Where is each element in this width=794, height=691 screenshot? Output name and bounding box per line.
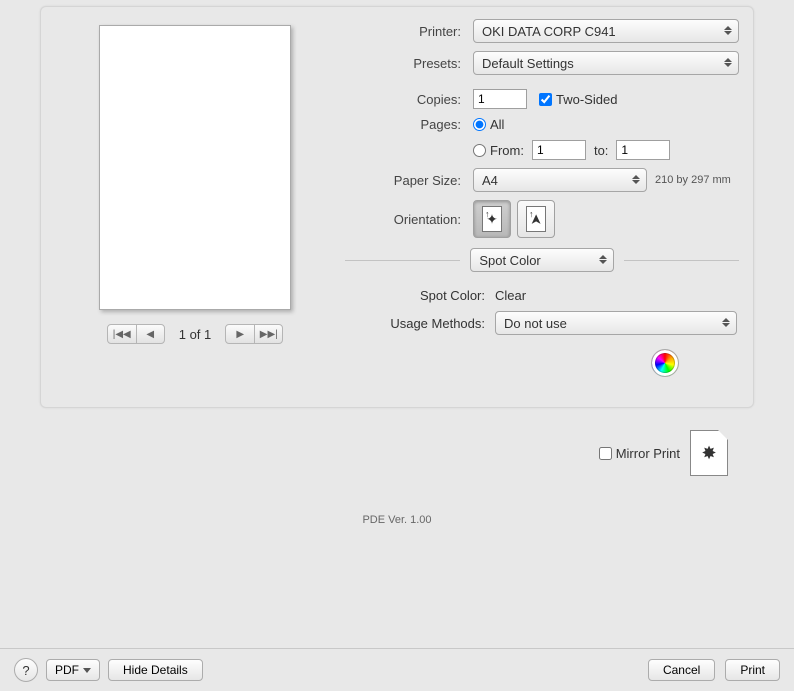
spot-color-label: Spot Color:: [345, 288, 495, 303]
usage-methods-value: Do not use: [504, 316, 567, 331]
main-panel: |◀◀ ◀ 1 of 1 ▶ ▶▶| Printer: OKI DATA COR…: [40, 6, 754, 408]
two-sided-label: Two-Sided: [556, 92, 617, 107]
pdf-label: PDF: [55, 663, 79, 677]
landscape-icon: ↑➤: [526, 206, 546, 232]
pages-all-label: All: [490, 117, 504, 132]
mirror-print-option[interactable]: Mirror Print: [599, 446, 680, 461]
orientation-label: Orientation:: [345, 212, 473, 227]
paper-dimensions: 210 by 297 mm: [655, 174, 731, 186]
section-divider: Spot Color: [345, 248, 739, 272]
first-page-button[interactable]: |◀◀: [108, 325, 136, 343]
printer-select[interactable]: OKI DATA CORP C941: [473, 19, 739, 43]
print-button[interactable]: Print: [725, 659, 780, 681]
pdf-menu-button[interactable]: PDF: [46, 659, 100, 681]
mirror-print-label: Mirror Print: [616, 446, 680, 461]
portrait-icon: ↑✦: [482, 206, 502, 232]
printer-value: OKI DATA CORP C941: [482, 24, 616, 39]
pages-all-radio[interactable]: [473, 118, 486, 131]
options-pane: Printer: OKI DATA CORP C941 Presets: Def…: [335, 19, 739, 385]
color-picker-button[interactable]: [651, 349, 679, 377]
pages-label: Pages:: [345, 117, 473, 132]
prev-page-button[interactable]: ◀: [136, 325, 164, 343]
dropdown-icon: [597, 252, 609, 266]
copies-input[interactable]: [473, 89, 527, 109]
orientation-portrait-button[interactable]: ↑✦: [473, 200, 511, 238]
section-value: Spot Color: [479, 253, 540, 268]
pages-from-radio[interactable]: [473, 144, 486, 157]
dropdown-icon: [722, 55, 734, 69]
presets-select[interactable]: Default Settings: [473, 51, 739, 75]
dropdown-icon: [630, 172, 642, 186]
chevron-down-icon: [83, 668, 91, 673]
dropdown-icon: [720, 315, 732, 329]
usage-methods-label: Usage Methods:: [345, 316, 495, 331]
copies-label: Copies:: [345, 92, 473, 107]
print-dialog: |◀◀ ◀ 1 of 1 ▶ ▶▶| Printer: OKI DATA COR…: [0, 0, 794, 691]
section-select[interactable]: Spot Color: [470, 248, 613, 272]
mirror-print-icon: ✸: [690, 430, 728, 476]
page-preview: [99, 25, 291, 310]
orientation-landscape-button[interactable]: ↑➤: [517, 200, 555, 238]
help-button[interactable]: ?: [14, 658, 38, 682]
presets-value: Default Settings: [482, 56, 574, 71]
printer-label: Printer:: [345, 24, 473, 39]
dropdown-icon: [722, 23, 734, 37]
preview-pane: |◀◀ ◀ 1 of 1 ▶ ▶▶|: [55, 19, 335, 344]
pages-to-label: to:: [594, 143, 608, 158]
two-sided-checkbox[interactable]: [539, 93, 552, 106]
page-to-input[interactable]: [616, 140, 670, 160]
paper-size-label: Paper Size:: [345, 173, 473, 188]
dialog-footer: ? PDF Hide Details Cancel Print: [0, 648, 794, 691]
presets-label: Presets:: [345, 56, 473, 71]
usage-methods-select[interactable]: Do not use: [495, 311, 737, 335]
paper-size-value: A4: [482, 173, 498, 188]
two-sided-option[interactable]: Two-Sided: [539, 92, 617, 107]
page-indicator: 1 of 1: [179, 327, 212, 342]
mirror-print-checkbox[interactable]: [599, 447, 612, 460]
last-page-button[interactable]: ▶▶|: [254, 325, 282, 343]
pages-from-label: From:: [490, 143, 524, 158]
mirror-print-row: Mirror Print ✸: [0, 430, 728, 476]
page-from-input[interactable]: [532, 140, 586, 160]
spot-color-value: Clear: [495, 288, 526, 303]
pages-range-option[interactable]: From:: [473, 143, 524, 158]
paper-size-select[interactable]: A4: [473, 168, 647, 192]
next-page-button[interactable]: ▶: [226, 325, 254, 343]
pde-version: PDE Ver. 1.00: [0, 514, 794, 526]
preview-pager: |◀◀ ◀ 1 of 1 ▶ ▶▶|: [55, 324, 335, 344]
hide-details-button[interactable]: Hide Details: [108, 659, 203, 681]
pages-all-option[interactable]: All: [473, 117, 504, 132]
cancel-button[interactable]: Cancel: [648, 659, 715, 681]
